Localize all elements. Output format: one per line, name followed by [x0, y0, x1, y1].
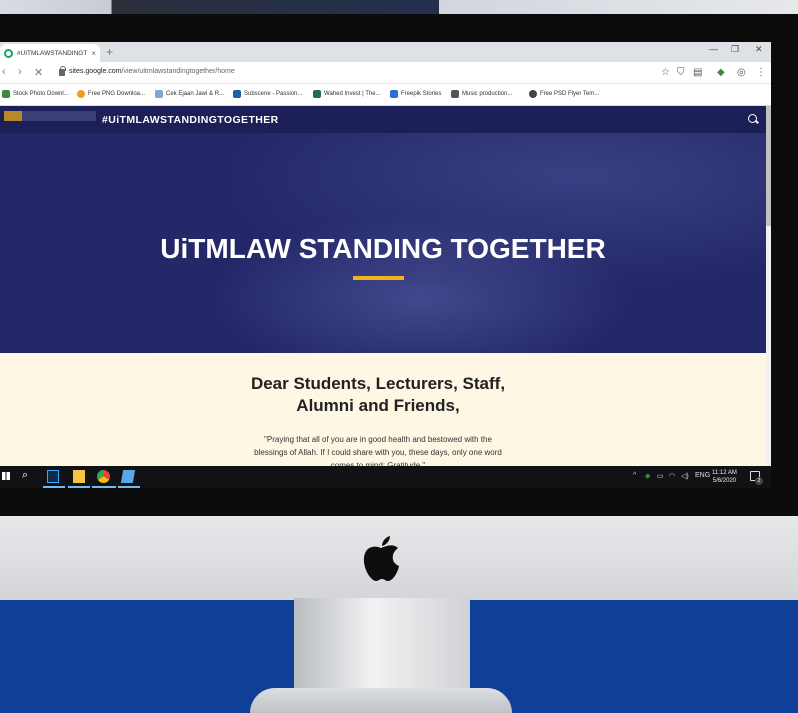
browser-tab-strip: #UITMLAWSTANDINGTOGETHER × + — ❐ ✕ — [0, 42, 771, 62]
hero-banner: UiTMLAW STANDING TOGETHER — [0, 133, 766, 353]
windows-start-icon[interactable] — [2, 472, 10, 480]
active-indicator — [118, 486, 140, 488]
site-header: #UiTMLAWSTANDINGTOGETHER — [0, 106, 766, 133]
website: #UiTMLAWSTANDINGTOGETHER UiTMLAW STANDIN… — [0, 106, 766, 470]
bookmark-item[interactable]: Free PSD Flyer Tem... — [529, 90, 599, 98]
monitor-stand — [294, 598, 470, 698]
active-indicator — [43, 486, 65, 488]
greeting-heading: Dear Students, Lecturers, Staff, Alumni … — [230, 373, 526, 417]
search-icon[interactable] — [748, 114, 757, 123]
url-path: /view/uitmlawstandingtogether/home — [121, 68, 235, 75]
letter-section: Dear Students, Lecturers, Staff, Alumni … — [0, 353, 766, 470]
bookmark-favicon-icon — [233, 90, 241, 98]
new-tab-icon[interactable]: + — [106, 45, 113, 59]
tab-close-icon[interactable]: × — [91, 49, 96, 58]
bookmark-favicon-icon — [313, 90, 321, 98]
clock-date: 5/6/2020 — [712, 478, 737, 484]
site-title[interactable]: #UiTMLAWSTANDINGTOGETHER — [102, 114, 279, 126]
address-bar: ‹ › ✕ sites.google.com/view/uitmlawstand… — [0, 62, 771, 84]
url-field[interactable]: sites.google.com/view/uitmlawstandingtog… — [69, 68, 235, 75]
tab-title: #UITMLAWSTANDINGTOGETHER — [16, 49, 88, 57]
windows-taskbar: ⌕ ^ ◆ ▭ ◠ ◁) ENG 11:12 AM 5/6/2020 2 — [0, 466, 771, 488]
hero-underline — [353, 276, 404, 280]
bookmark-item[interactable]: Wahed Invest | The... — [313, 90, 381, 98]
extension-icon[interactable]: ◆ — [717, 67, 725, 78]
tray-app-icon[interactable]: ◆ — [645, 472, 650, 480]
uitm-logo[interactable] — [4, 111, 96, 121]
menu-kebab-icon[interactable]: ⋮ — [756, 67, 766, 78]
google-sites-icon — [4, 48, 13, 58]
notes-app-icon[interactable] — [120, 470, 136, 483]
greeting-line: Alumni and Friends, — [296, 396, 460, 415]
bookmark-favicon-icon — [390, 90, 398, 98]
bookmarks-bar: Stock Photo Downl... Free PNG Downloa...… — [0, 84, 771, 106]
profile-icon[interactable]: ◎ — [737, 67, 746, 78]
quote-line: blessings of Allah. If I could share wit… — [254, 448, 502, 457]
bookmark-favicon-icon — [451, 90, 459, 98]
reading-list-icon[interactable]: ▤ — [693, 67, 702, 78]
monitor-stand-foot — [250, 688, 512, 713]
maximize-icon[interactable]: ❐ — [731, 44, 739, 55]
clock-time: 11:12 AM — [712, 470, 737, 476]
bookmark-favicon-icon — [155, 90, 163, 98]
back-icon[interactable]: ‹ — [2, 66, 6, 78]
bookmark-favicon-icon — [2, 90, 10, 98]
page-scrollbar[interactable] — [766, 106, 771, 466]
bookmark-item[interactable]: Stock Photo Downl... — [2, 90, 69, 98]
active-indicator — [92, 486, 116, 488]
bookmark-item[interactable]: Freepik Stories — [390, 90, 441, 98]
browser-tab[interactable]: #UITMLAWSTANDINGTOGETHER × — [0, 44, 100, 62]
battery-icon[interactable]: ▭ — [657, 472, 664, 480]
file-explorer-icon[interactable] — [73, 470, 85, 483]
shield-icon[interactable]: ⛉ — [677, 67, 685, 78]
lock-icon[interactable] — [59, 66, 66, 76]
wifi-icon[interactable]: ◠ — [669, 472, 675, 480]
photoshop-icon[interactable] — [47, 470, 59, 483]
bookmark-star-icon[interactable]: ☆ — [661, 67, 670, 78]
volume-icon[interactable]: ◁) — [681, 472, 689, 480]
forward-icon[interactable]: › — [18, 66, 22, 78]
bookmark-item[interactable]: Cek Ejaan Jawi & R... — [155, 90, 224, 98]
scroll-thumb[interactable] — [766, 106, 771, 226]
chrome-icon[interactable] — [97, 470, 110, 483]
close-window-icon[interactable]: ✕ — [755, 44, 763, 55]
minimize-icon[interactable]: — — [709, 44, 718, 54]
notification-count-badge: 2 — [755, 477, 763, 485]
greeting-line: Dear Students, Lecturers, Staff, — [250, 374, 506, 393]
bookmark-item[interactable]: Free PNG Downloa... — [77, 90, 145, 98]
monitor-screen: #UITMLAWSTANDINGTOGETHER × + — ❐ ✕ ‹ › ✕… — [0, 42, 771, 488]
search-taskbar-icon[interactable]: ⌕ — [22, 469, 28, 482]
active-indicator — [68, 486, 90, 488]
stop-loading-icon[interactable]: ✕ — [34, 66, 43, 79]
hero-title: UiTMLAW STANDING TOGETHER — [160, 233, 606, 264]
apple-logo-icon — [363, 536, 399, 581]
quote-line: "Praying that all of you are in good hea… — [264, 435, 492, 444]
bookmark-favicon-icon — [77, 90, 85, 98]
language-indicator[interactable]: ENG — [695, 472, 710, 479]
bookmark-favicon-icon — [529, 90, 537, 98]
bookmark-item[interactable]: Music production... — [451, 90, 512, 98]
taskbar-clock[interactable]: 11:12 AM 5/6/2020 — [712, 469, 737, 485]
bookmark-item[interactable]: Subscene - Passion... — [233, 90, 302, 98]
tray-chevron-icon[interactable]: ^ — [633, 472, 636, 479]
url-host: sites.google.com — [69, 68, 122, 75]
